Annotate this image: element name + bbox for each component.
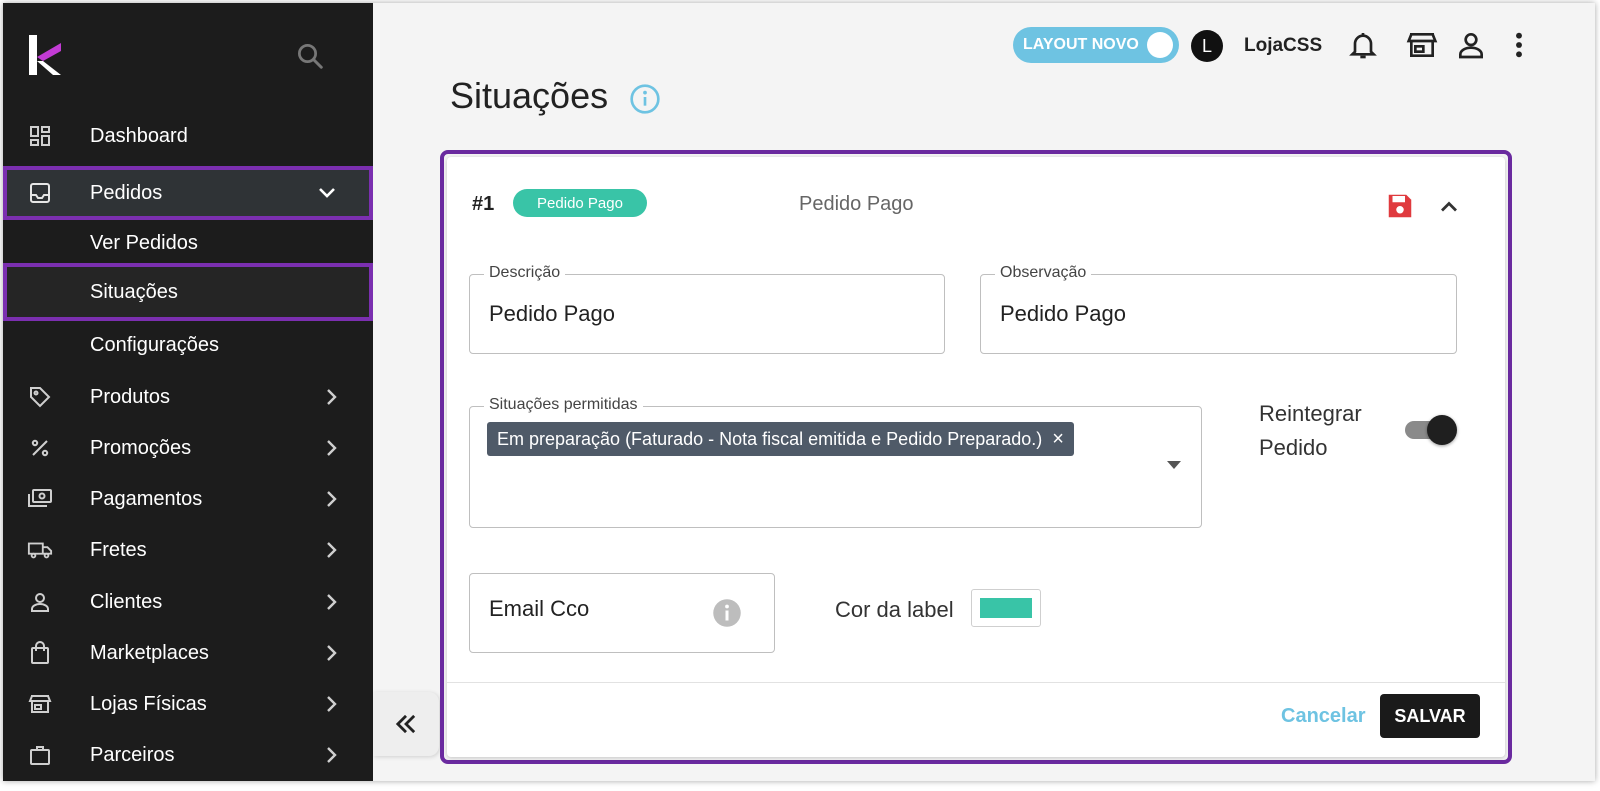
chevron-right-icon: [327, 389, 337, 405]
chevron-right-icon: [327, 440, 337, 456]
truck-icon: [27, 537, 53, 563]
layout-toggle-label: LAYOUT NOVO: [1023, 36, 1139, 53]
sidebar-item-label: Pagamentos: [90, 487, 203, 510]
reintegrar-label-line1: Reintegrar: [1259, 401, 1362, 426]
cancel-button[interactable]: Cancelar: [1281, 705, 1366, 728]
store-name[interactable]: LojaCSS: [1244, 35, 1322, 57]
status-chip: Pedido Pago: [513, 189, 647, 217]
sidebar-item-label: Fretes: [90, 538, 147, 561]
person-icon: [27, 589, 53, 615]
observacao-value: Pedido Pago: [1000, 301, 1126, 326]
divider: [447, 682, 1505, 683]
reintegrar-pedido-label: Reintegrar Pedido: [1259, 397, 1389, 465]
storefront-icon: [27, 691, 53, 717]
toggle-knob: [1147, 32, 1173, 58]
chevron-right-icon: [327, 594, 337, 610]
email-cco-field[interactable]: Email Cco: [469, 573, 775, 653]
chevron-right-icon: [327, 645, 337, 661]
chevron-right-icon: [327, 747, 337, 763]
page-title: Situações: [450, 75, 609, 116]
situacao-card: #1 Pedido Pago Pedido Pago Descrição Ped…: [447, 157, 1505, 757]
info-icon[interactable]: [712, 598, 742, 628]
brand-logo[interactable]: [27, 31, 63, 79]
item-number: #1: [472, 193, 495, 215]
sidebar-item-label: Configurações: [90, 333, 219, 356]
sidebar-item-label: Parceiros: [90, 743, 175, 766]
sidebar-item-fretes[interactable]: Fretes: [3, 525, 373, 575]
briefcase-icon: [27, 742, 53, 768]
sidebar-item-pedidos[interactable]: Pedidos: [3, 166, 373, 220]
save-icon[interactable]: [1385, 191, 1415, 221]
sidebar-item-parceiros[interactable]: Parceiros: [3, 730, 373, 780]
save-button[interactable]: SALVAR: [1380, 694, 1480, 738]
avatar[interactable]: L: [1191, 30, 1223, 62]
inbox-icon: [27, 180, 53, 206]
reintegrar-pedido-switch[interactable]: [1405, 413, 1457, 445]
color-picker[interactable]: [971, 589, 1041, 627]
sidebar-item-marketplaces[interactable]: Marketplaces: [3, 628, 373, 678]
sidebar-item-label: Situações: [90, 280, 178, 303]
bell-icon[interactable]: [1347, 29, 1379, 61]
observacao-field[interactable]: Observação Pedido Pago: [980, 264, 1457, 354]
sidebar-item-produtos[interactable]: Produtos: [3, 372, 373, 422]
percent-icon: [27, 435, 53, 461]
dashboard-icon: [27, 123, 53, 149]
sidebar-item-clientes[interactable]: Clientes: [3, 577, 373, 627]
tag-icon: [27, 384, 53, 410]
tag-label: Em preparação (Faturado - Nota fiscal em…: [497, 428, 1043, 449]
search-icon[interactable]: [295, 41, 325, 71]
descricao-value: Pedido Pago: [489, 301, 615, 326]
app-window: Dashboard Pedidos Ver Pedidos Situações …: [3, 3, 1595, 781]
double-chevron-left-icon: [395, 714, 416, 734]
sidebar-subitem-configuracoes[interactable]: Configurações: [3, 320, 373, 370]
sidebar-item-label: Produtos: [90, 385, 171, 408]
situacoes-permitidas-label: Situações permitidas: [484, 396, 643, 414]
sidebar-subitem-ver-pedidos[interactable]: Ver Pedidos: [3, 218, 373, 268]
situacoes-permitidas-select[interactable]: Situações permitidas Em preparação (Fatu…: [469, 396, 1202, 528]
reintegrar-label-line2: Pedido: [1259, 435, 1328, 460]
shopping-bag-icon: [27, 640, 53, 666]
sidebar-item-label: Dashboard: [90, 124, 188, 147]
card-header-text: Pedido Pago: [799, 193, 914, 215]
descricao-label: Descrição: [484, 264, 566, 282]
sidebar-subitem-situacoes[interactable]: Situações: [3, 263, 373, 321]
sidebar-item-promocoes[interactable]: Promoções: [3, 423, 373, 473]
payments-icon: [27, 486, 53, 512]
chevron-right-icon: [327, 696, 337, 712]
chevron-down-icon[interactable]: [317, 183, 337, 203]
sidebar-item-label: Marketplaces: [90, 641, 209, 664]
observacao-label: Observação: [995, 264, 1092, 282]
collapse-sidebar-button[interactable]: [373, 692, 439, 756]
selected-situacao-tag: Em preparação (Faturado - Nota fiscal em…: [487, 422, 1074, 456]
email-cco-placeholder: Email Cco: [489, 596, 590, 621]
sidebar-item-dashboard[interactable]: Dashboard: [3, 111, 373, 161]
color-swatch: [980, 598, 1032, 618]
descricao-field[interactable]: Descrição Pedido Pago: [469, 264, 945, 354]
sidebar-item-label: Promoções: [90, 436, 192, 459]
layout-novo-toggle[interactable]: LAYOUT NOVO: [1013, 27, 1179, 63]
sidebar-item-label: Ver Pedidos: [90, 231, 198, 254]
sidebar-item-pagamentos[interactable]: Pagamentos: [3, 474, 373, 524]
sidebar-item-lojas-fisicas[interactable]: Lojas Físicas: [3, 679, 373, 729]
chevron-up-icon[interactable]: [1435, 193, 1463, 221]
dropdown-arrow-icon[interactable]: [1167, 461, 1181, 469]
chevron-right-icon: [327, 491, 337, 507]
cor-da-label-text: Cor da label: [835, 597, 954, 622]
sidebar-item-label: Lojas Físicas: [90, 692, 207, 715]
chevron-right-icon: [327, 542, 337, 558]
info-icon[interactable]: [629, 83, 661, 115]
switch-thumb: [1427, 415, 1457, 445]
more-vert-icon[interactable]: [1503, 29, 1535, 61]
sidebar: Dashboard Pedidos Ver Pedidos Situações …: [3, 3, 373, 781]
sidebar-item-label: Pedidos: [90, 181, 163, 204]
person-icon[interactable]: [1455, 29, 1487, 61]
sidebar-item-label: Clientes: [90, 590, 163, 613]
close-icon[interactable]: ×: [1052, 428, 1064, 451]
storefront-icon[interactable]: [1406, 29, 1438, 61]
